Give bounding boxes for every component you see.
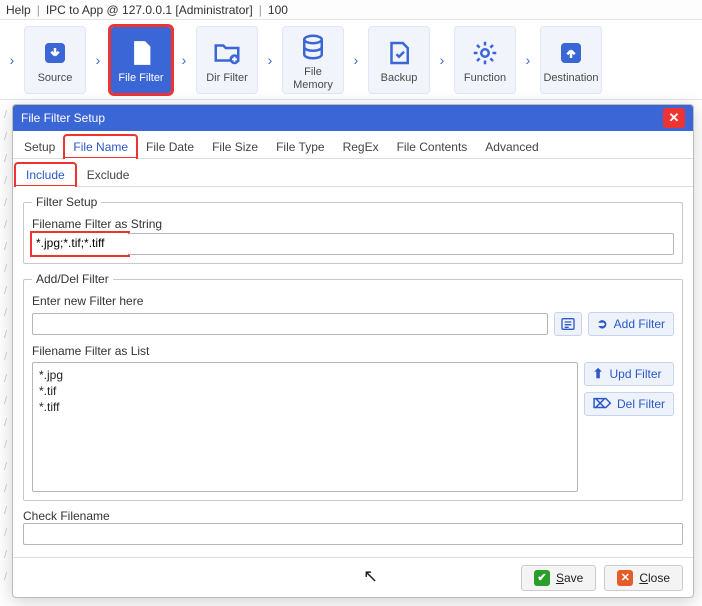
toolbar-source[interactable]: Source	[24, 26, 86, 94]
dialog-content: Filter Setup Filename Filter as String A…	[13, 187, 693, 557]
list-item[interactable]: *.jpg	[39, 367, 571, 383]
folder-plus-icon	[212, 38, 242, 68]
menubar: Help | IPC to App @ 127.0.0.1 [Administr…	[0, 0, 702, 20]
subtabs: Include Exclude	[13, 159, 693, 187]
menu-help[interactable]: Help	[6, 3, 31, 17]
del-filter-label: Del Filter	[617, 397, 665, 411]
chevron-right-icon: ›	[4, 35, 20, 85]
toolbar-label: Dir Filter	[206, 72, 248, 84]
tab-file-size[interactable]: File Size	[203, 135, 267, 158]
separator: |	[259, 3, 262, 17]
close-icon: ✕	[617, 570, 633, 586]
list-label: Filename Filter as List	[32, 344, 674, 358]
menu-count: 100	[268, 3, 288, 17]
check-filename-input[interactable]	[23, 523, 683, 545]
chevron-right-icon: ›	[520, 35, 536, 85]
tab-file-name[interactable]: File Name	[64, 135, 137, 158]
tabs-main: Setup File Name File Date File Size File…	[13, 131, 693, 159]
add-filter-button[interactable]: ➲ Add Filter	[588, 312, 674, 336]
chevron-right-icon: ›	[262, 35, 278, 85]
filter-setup-group: Filter Setup Filename Filter as String	[23, 195, 683, 264]
filter-string-input-highlight[interactable]	[32, 233, 128, 253]
save-button[interactable]: ✔ Save	[521, 565, 596, 591]
backup-icon	[384, 38, 414, 68]
check-filename-label: Check Filename	[23, 509, 683, 523]
list-item[interactable]: *.tiff	[39, 399, 571, 415]
chevron-right-icon: ›	[348, 35, 364, 85]
close-label: Close	[639, 571, 670, 585]
file-filter-icon	[126, 38, 156, 68]
chevron-right-icon: ›	[176, 35, 192, 85]
tab-file-type[interactable]: File Type	[267, 135, 333, 158]
toolbar-function[interactable]: Function	[454, 26, 516, 94]
add-filter-label: Add Filter	[614, 317, 665, 331]
upload-icon	[556, 38, 586, 68]
download-icon	[40, 38, 70, 68]
toolbar-label: Backup	[381, 72, 418, 84]
toolbar-label: Function	[464, 72, 506, 84]
tab-file-contents[interactable]: File Contents	[388, 135, 477, 158]
add-del-group: Add/Del Filter Enter new Filter here ➲ A…	[23, 272, 683, 501]
chevron-right-icon: ›	[434, 35, 450, 85]
toolbar-label: Destination	[543, 72, 598, 84]
filter-string-input[interactable]	[128, 233, 674, 255]
tab-file-date[interactable]: File Date	[137, 135, 203, 158]
tab-regex[interactable]: RegEx	[334, 135, 388, 158]
dialog-titlebar[interactable]: File Filter Setup ✕	[13, 105, 693, 131]
tab-advanced[interactable]: Advanced	[476, 135, 547, 158]
tab-setup[interactable]: Setup	[15, 135, 64, 158]
cursor-icon: ↖	[363, 566, 378, 587]
toolbar-label: Source	[38, 72, 73, 84]
dialog-title: File Filter Setup	[21, 111, 105, 125]
check-icon: ✔	[534, 570, 550, 586]
gear-icon	[470, 38, 500, 68]
toolbar-dir-filter[interactable]: Dir Filter	[196, 26, 258, 94]
browse-filter-button[interactable]	[554, 312, 582, 336]
new-filter-input[interactable]	[32, 313, 548, 335]
filter-setup-legend: Filter Setup	[32, 195, 101, 209]
menu-context: IPC to App @ 127.0.0.1 [Administrator]	[46, 3, 253, 17]
toolbar-label: File Memory	[283, 66, 343, 90]
chevron-right-icon: ›	[90, 35, 106, 85]
toolbar-file-filter[interactable]: File Filter	[110, 26, 172, 94]
subtab-include[interactable]: Include	[15, 163, 76, 186]
new-filter-label: Enter new Filter here	[32, 294, 674, 308]
arrow-in-icon: ➲	[597, 316, 608, 332]
close-button[interactable]: ✕ Close	[604, 565, 683, 591]
separator: |	[37, 3, 40, 17]
toolbar-file-memory[interactable]: File Memory	[282, 26, 344, 94]
delete-icon: ⌦	[593, 396, 611, 412]
list-icon	[560, 316, 576, 332]
save-label: Save	[556, 571, 583, 585]
string-label: Filename Filter as String	[32, 217, 674, 231]
workflow-toolbar: › Source › File Filter › Dir Filter › Fi…	[0, 20, 702, 100]
arrow-up-icon: ⬆	[593, 366, 604, 382]
upd-filter-button[interactable]: ⬆ Upd Filter	[584, 362, 674, 386]
file-filter-dialog: File Filter Setup ✕ Setup File Name File…	[12, 104, 694, 598]
toolbar-label: File Filter	[118, 72, 163, 84]
close-icon[interactable]: ✕	[663, 108, 685, 128]
subtab-exclude[interactable]: Exclude	[76, 163, 141, 186]
del-filter-button[interactable]: ⌦ Del Filter	[584, 392, 674, 416]
list-item[interactable]: *.tif	[39, 383, 571, 399]
dialog-footer: ↖ ✔ Save ✕ Close	[13, 557, 693, 597]
upd-filter-label: Upd Filter	[610, 367, 662, 381]
filter-listbox[interactable]: *.jpg *.tif *.tiff	[32, 362, 578, 492]
database-icon	[298, 32, 328, 62]
toolbar-backup[interactable]: Backup	[368, 26, 430, 94]
add-del-legend: Add/Del Filter	[32, 272, 113, 286]
toolbar-destination[interactable]: Destination	[540, 26, 602, 94]
